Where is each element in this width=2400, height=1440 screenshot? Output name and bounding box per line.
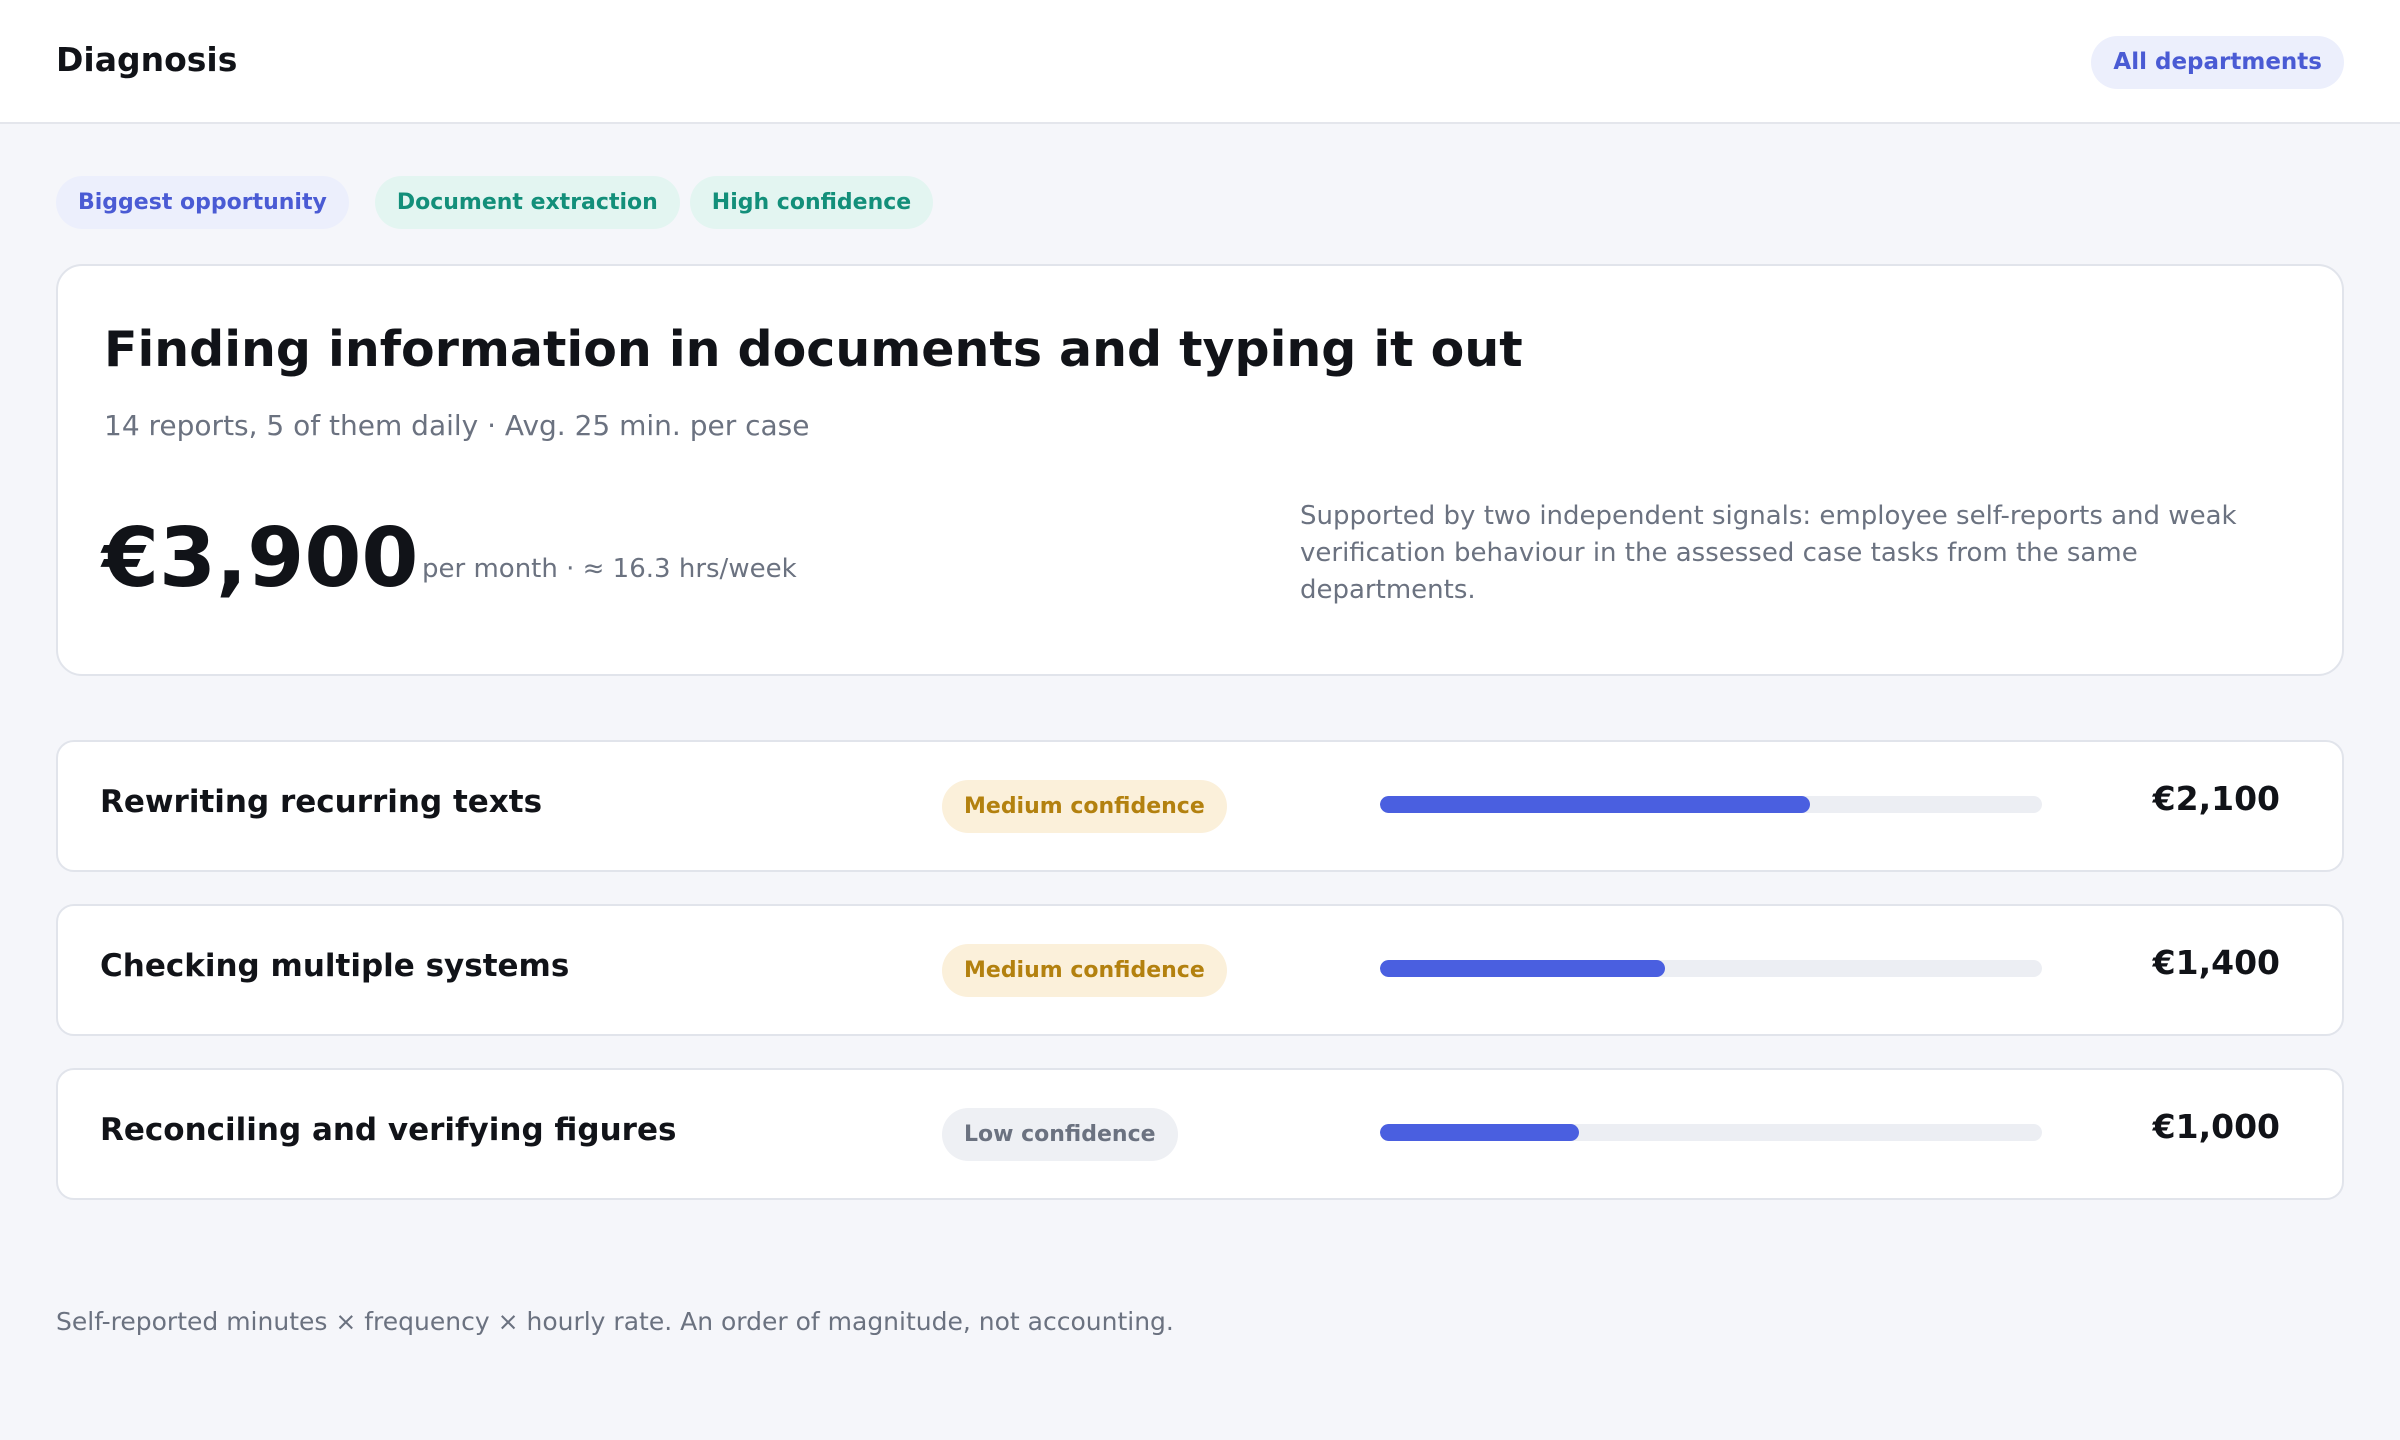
- department-filter-button[interactable]: All departments: [2091, 36, 2344, 89]
- opportunity-row[interactable]: Rewriting recurring texts Medium confide…: [56, 740, 2344, 872]
- savings-bar-fill: [1380, 796, 1811, 813]
- tag-biggest-opportunity: Biggest opportunity: [56, 176, 349, 229]
- confidence-badge: Medium confidence: [942, 780, 1227, 833]
- savings-bar-fill: [1380, 1124, 1579, 1141]
- opportunity-label: Reconciling and verifying figures: [100, 1112, 677, 1148]
- hero-card: Finding information in documents and typ…: [56, 264, 2344, 676]
- confidence-badge: Medium confidence: [942, 944, 1227, 997]
- opportunity-label: Rewriting recurring texts: [100, 784, 543, 820]
- opportunity-amount: €1,000: [2152, 1107, 2280, 1146]
- hero-note: Supported by two independent signals: em…: [1300, 501, 2237, 605]
- tag-confidence: High confidence: [689, 176, 934, 229]
- top-bar: Diagnosis All departments: [0, 0, 2400, 124]
- hero-amount: €3,900: [102, 511, 419, 606]
- footnote: Self-reported minutes × frequency × hour…: [56, 1307, 1174, 1336]
- page-title: Diagnosis: [56, 40, 238, 79]
- tag-list: Biggest opportunity Document extraction …: [56, 176, 934, 229]
- opportunity-amount: €1,400: [2152, 943, 2280, 982]
- opportunity-row[interactable]: Checking multiple systems Medium confide…: [56, 904, 2344, 1036]
- savings-bar-track: [1380, 960, 2042, 977]
- savings-bar-track: [1380, 796, 2042, 813]
- opportunity-row[interactable]: Reconciling and verifying figures Low co…: [56, 1068, 2344, 1200]
- tag-category: Document extraction: [374, 176, 680, 229]
- hero-title: Finding information in documents and typ…: [104, 321, 1523, 378]
- opportunity-label: Checking multiple systems: [100, 948, 570, 984]
- savings-bar-fill: [1380, 960, 1665, 977]
- savings-bar-track: [1380, 1124, 2042, 1141]
- hero-amount-detail: per month · ≈ 16.3 hrs/week: [422, 554, 797, 584]
- hero-subtitle: 14 reports, 5 of them daily · Avg. 25 mi…: [104, 409, 810, 442]
- confidence-badge: Low confidence: [942, 1108, 1178, 1161]
- opportunity-amount: €2,100: [2152, 779, 2280, 818]
